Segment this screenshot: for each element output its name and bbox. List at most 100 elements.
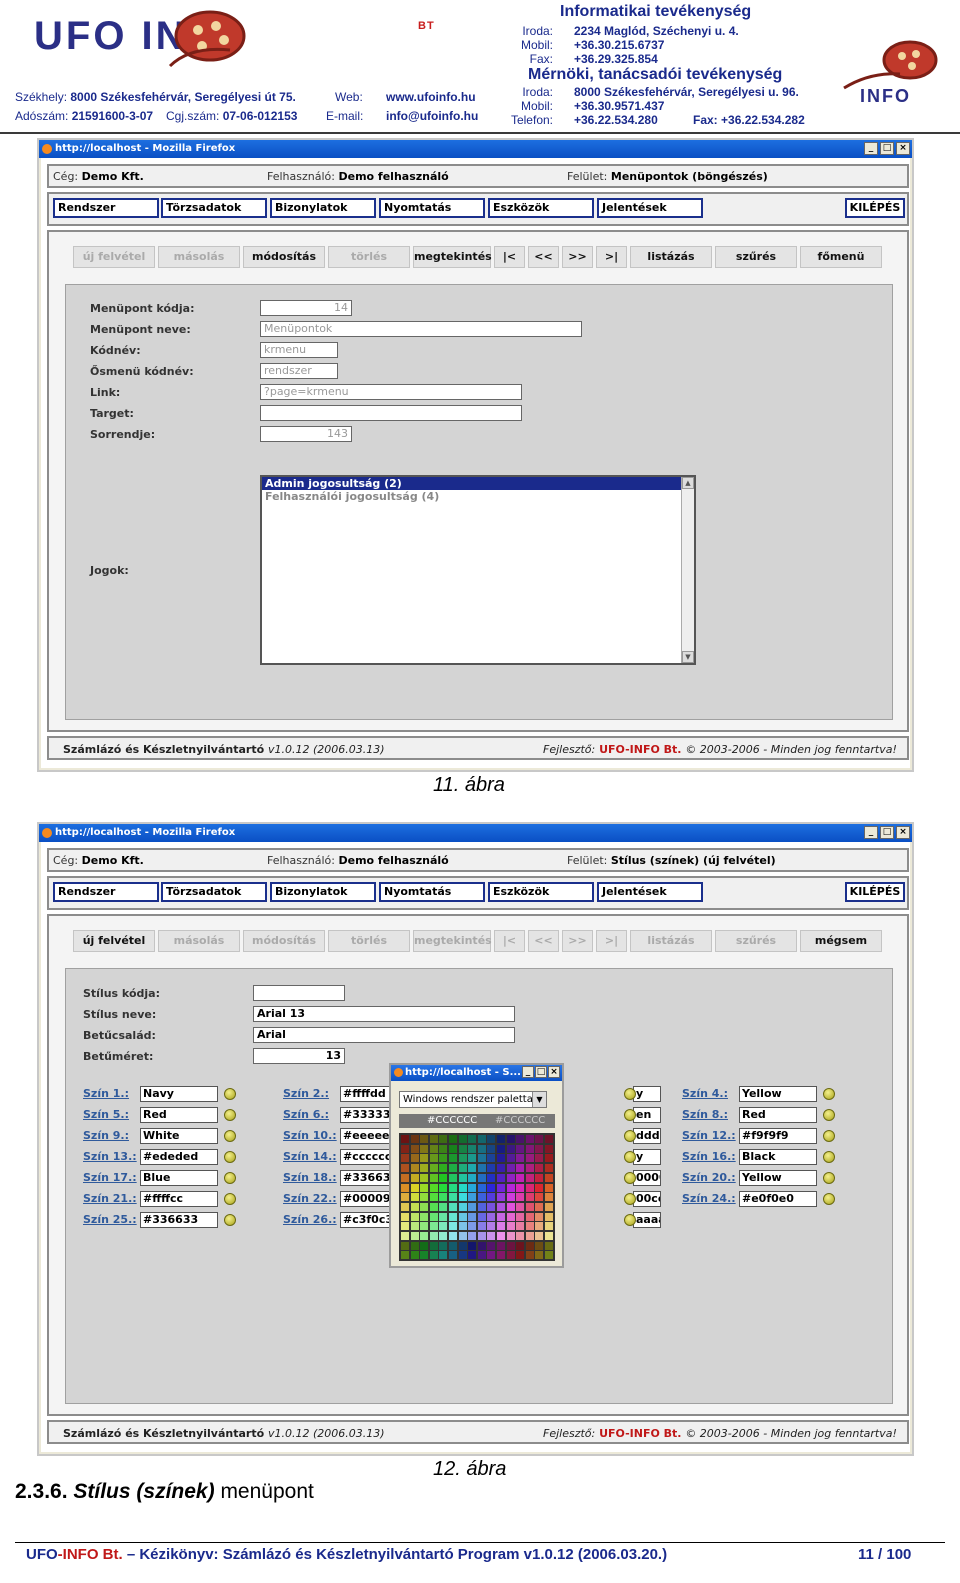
palette-swatch[interactable] (497, 1135, 505, 1143)
palette-swatch[interactable] (487, 1183, 496, 1192)
color-input[interactable]: Navy (140, 1086, 218, 1102)
color-input[interactable]: Red (739, 1107, 817, 1123)
tb-mainmenu[interactable]: főmenü (800, 246, 882, 268)
palette-swatch[interactable] (449, 1164, 457, 1173)
palette-swatch[interactable] (439, 1222, 448, 1231)
web-link[interactable]: www.ufoinfo.hu (386, 90, 476, 104)
palette-swatch[interactable] (535, 1202, 544, 1211)
palette-swatch[interactable] (506, 1173, 515, 1182)
palette-swatch[interactable] (506, 1183, 515, 1192)
palette-swatch[interactable] (525, 1212, 534, 1221)
color-label[interactable]: Szín 10.: (283, 1129, 337, 1142)
palette-swatch[interactable] (497, 1251, 505, 1260)
palette-swatch[interactable] (525, 1183, 534, 1192)
palette-swatch[interactable] (420, 1164, 429, 1173)
menu-rendszer[interactable]: Rendszer (53, 198, 159, 218)
color-picker-icon[interactable] (224, 1151, 236, 1163)
palette-swatch[interactable] (439, 1173, 448, 1182)
color-picker-icon[interactable] (224, 1172, 236, 1184)
tb-cancel[interactable]: mégsem (800, 930, 882, 952)
palette-swatch[interactable] (468, 1232, 477, 1240)
palette-swatch[interactable] (487, 1212, 496, 1221)
color-picker-icon[interactable] (624, 1172, 636, 1184)
palette-swatch[interactable] (516, 1173, 525, 1182)
color-label[interactable]: Szín 6.: (283, 1108, 329, 1121)
tb-last[interactable]: >| (596, 930, 627, 952)
color-picker-icon[interactable] (823, 1130, 835, 1142)
palette-swatch[interactable] (420, 1241, 429, 1250)
palette-swatch[interactable] (429, 1232, 438, 1240)
palette-swatch[interactable] (429, 1241, 438, 1250)
palette-swatch[interactable] (497, 1202, 505, 1211)
color-input[interactable]: #ffffcc (140, 1191, 218, 1207)
palette-swatch[interactable] (401, 1222, 409, 1231)
palette-swatch[interactable] (439, 1232, 448, 1240)
palette-swatch[interactable] (477, 1173, 486, 1182)
tb-first[interactable]: |< (494, 246, 525, 268)
palette-swatch[interactable] (420, 1154, 429, 1163)
color-input[interactable]: #ededed (140, 1149, 218, 1165)
color-label[interactable]: Szín 14.: (283, 1150, 337, 1163)
palette-swatch[interactable] (410, 1202, 419, 1211)
color-label[interactable]: Szín 20.: (682, 1171, 736, 1184)
palette-swatch[interactable] (468, 1144, 477, 1153)
palette-swatch[interactable] (429, 1173, 438, 1182)
palette-swatch[interactable] (449, 1222, 457, 1231)
palette-swatch[interactable] (429, 1202, 438, 1211)
tb-new[interactable]: új felvétel (73, 930, 155, 952)
color-input[interactable]: Black (739, 1149, 817, 1165)
palette-swatch[interactable] (545, 1202, 553, 1211)
color-label[interactable]: Szín 21.: (83, 1192, 137, 1205)
tb-next[interactable]: >> (562, 930, 593, 952)
rights-option[interactable]: Felhasználói jogosultság (4) (262, 490, 681, 503)
palette-swatch[interactable] (497, 1154, 505, 1163)
palette-swatch[interactable] (516, 1202, 525, 1211)
palette-swatch[interactable] (458, 1202, 467, 1211)
palette-swatch[interactable] (545, 1212, 553, 1221)
palette-swatch[interactable] (439, 1154, 448, 1163)
tb-new[interactable]: új felvétel (73, 246, 155, 268)
color-input[interactable]: White (140, 1128, 218, 1144)
name-input[interactable]: Menüpontok (260, 321, 582, 337)
tb-view[interactable]: megtekintés (413, 930, 492, 952)
palette-swatch[interactable] (506, 1232, 515, 1240)
palette-swatch[interactable] (506, 1222, 515, 1231)
menu-bizonylatok[interactable]: Bizonylatok (270, 198, 376, 218)
palette-swatch[interactable] (401, 1154, 409, 1163)
palette-swatch[interactable] (439, 1241, 448, 1250)
menu-torzsadatok[interactable]: Törzsadatok (161, 882, 267, 902)
color-input[interactable]: y (633, 1086, 661, 1102)
palette-swatch[interactable] (516, 1154, 525, 1163)
palette-swatch[interactable] (506, 1202, 515, 1211)
palette-swatch[interactable] (410, 1164, 419, 1173)
color-picker-icon[interactable] (224, 1109, 236, 1121)
color-input[interactable]: Blue (140, 1170, 218, 1186)
color-label[interactable]: Szín 12.: (682, 1129, 736, 1142)
palette-swatch[interactable] (487, 1232, 496, 1240)
palette-swatch[interactable] (458, 1135, 467, 1143)
palette-swatch[interactable] (487, 1135, 496, 1143)
palette-swatch[interactable] (506, 1251, 515, 1260)
palette-swatch[interactable] (420, 1212, 429, 1221)
palette-swatch[interactable] (497, 1164, 505, 1173)
palette-swatch[interactable] (449, 1173, 457, 1182)
palette-swatch[interactable] (535, 1135, 544, 1143)
color-picker-icon[interactable] (823, 1088, 835, 1100)
color-label[interactable]: Szín 26.: (283, 1213, 337, 1226)
palette-swatch[interactable] (410, 1135, 419, 1143)
palette-swatch[interactable] (477, 1164, 486, 1173)
tb-list[interactable]: listázás (630, 246, 712, 268)
palette-swatch[interactable] (420, 1202, 429, 1211)
tb-modify[interactable]: módosítás (243, 930, 325, 952)
minimize-button[interactable]: _ (864, 142, 878, 155)
palette-swatch[interactable] (439, 1164, 448, 1173)
order-input[interactable]: 143 (260, 426, 352, 442)
palette-swatch[interactable] (545, 1241, 553, 1250)
color-label[interactable]: Szín 1.: (83, 1087, 129, 1100)
palette-swatch[interactable] (401, 1164, 409, 1173)
palette-swatch[interactable] (487, 1193, 496, 1202)
palette-swatch[interactable] (449, 1251, 457, 1260)
palette-swatch[interactable] (401, 1135, 409, 1143)
palette-swatch[interactable] (525, 1154, 534, 1163)
palette-swatch[interactable] (468, 1154, 477, 1163)
